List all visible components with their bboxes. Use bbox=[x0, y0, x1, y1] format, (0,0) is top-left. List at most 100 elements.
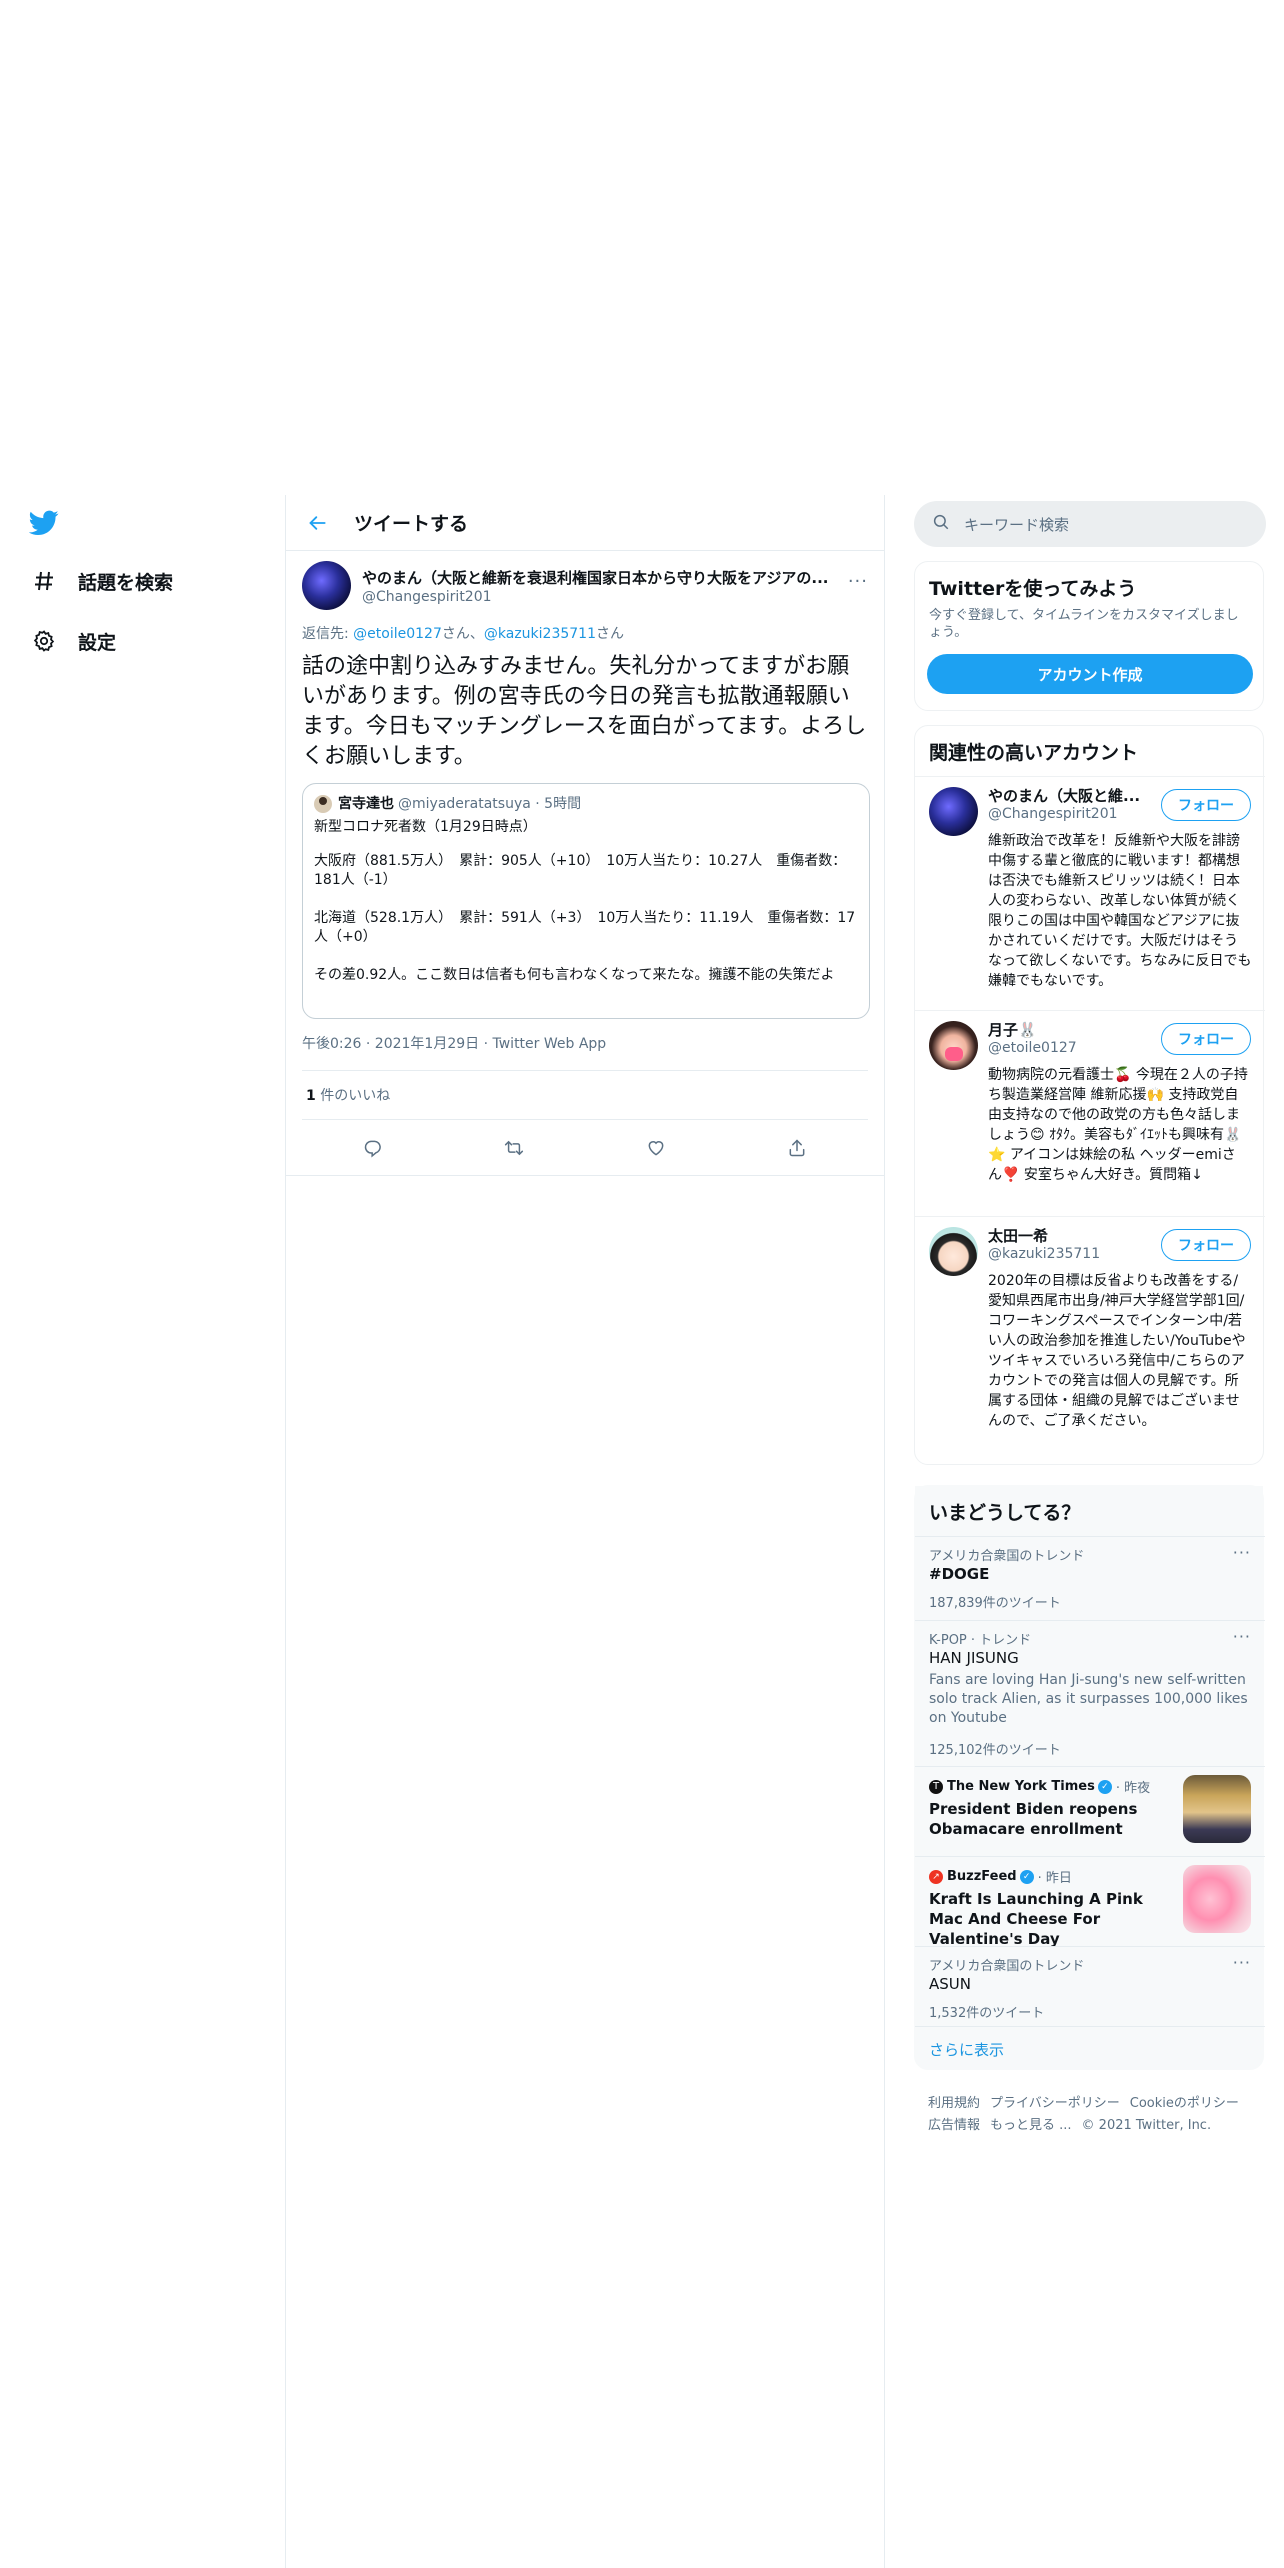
news-thumbnail bbox=[1183, 1775, 1251, 1843]
tweet-text: 話の途中割り込みすみません。失礼分かってますがお願いがあります。例の宮寺氏の今日… bbox=[302, 654, 867, 769]
quoted-tweet-header: 宮寺達也 @miyaderatatsuya · 5時間 bbox=[314, 794, 858, 814]
hashtag-icon bbox=[28, 565, 60, 597]
trends-card: いまどうしてる？ アメリカ合衆国のトレンド ··· #DOGE 187,839件… bbox=[914, 1485, 1265, 2070]
more-options-icon[interactable]: ··· bbox=[1233, 1953, 1251, 1972]
signup-description: 今すぐ登録して、タイムラインをカスタマイズしましょう。 bbox=[929, 608, 1239, 640]
quoted-tweet[interactable]: 宮寺達也 @miyaderatatsuya · 5時間 新型コロナ死者数（1月2… bbox=[302, 783, 870, 1019]
trend-name: #DOGE bbox=[929, 1565, 990, 1583]
news-item[interactable]: ↗ BuzzFeed ✓ · 昨日 Kraft Is Launching A P… bbox=[915, 1856, 1265, 1948]
trend-item[interactable]: K-POP · トレンド ··· HAN JISUNG Fans are lov… bbox=[915, 1620, 1265, 1766]
nav-explore-label: 話題を検索 bbox=[78, 571, 174, 594]
author-name[interactable]: やのまん（大阪と維新を衰退利権国家日本から守り大阪をアジアの... bbox=[362, 567, 832, 588]
trend-item[interactable]: アメリカ合衆国のトレンド ··· ASUN 1,532件のツイート bbox=[915, 1946, 1265, 2026]
search-placeholder: キーワード検索 bbox=[964, 515, 1070, 534]
related-accounts-card: 関連性の高いアカウント やのまん（大阪と維... @Changespirit20… bbox=[914, 725, 1265, 1465]
account-item[interactable]: やのまん（大阪と維... @Changespirit201 フォロー 維新政治で… bbox=[915, 776, 1265, 1010]
back-arrow-icon[interactable] bbox=[290, 495, 346, 551]
follow-button[interactable]: フォロー bbox=[1161, 1229, 1251, 1261]
tweet-timestamp[interactable]: 午後0:26 · 2021年1月29日 · Twitter Web App bbox=[302, 1033, 606, 1053]
reply-icon[interactable] bbox=[353, 1128, 393, 1168]
quoted-handle-time: @miyaderatatsuya · 5時間 bbox=[398, 795, 582, 812]
tweet-actions bbox=[302, 1125, 868, 1171]
tweet-author: やのまん（大阪と維新を衰退利権国家日本から守り大阪をアジアの... @Chang… bbox=[302, 561, 868, 615]
show-more-row[interactable]: さらに表示 bbox=[915, 2026, 1265, 2070]
news-item[interactable]: T The New York Times ✓ · 昨夜 President Bi… bbox=[915, 1766, 1265, 1856]
footer-link[interactable]: Cookieのポリシー bbox=[1130, 2096, 1239, 2111]
author-handle[interactable]: @Changespirit201 bbox=[362, 589, 492, 605]
avatar[interactable] bbox=[929, 1227, 978, 1276]
author-avatar[interactable] bbox=[302, 561, 351, 610]
left-nav: 話題を検索 設定 bbox=[0, 495, 285, 671]
retweet-icon[interactable] bbox=[494, 1128, 534, 1168]
page-header: ツイートする bbox=[286, 495, 884, 551]
account-item[interactable]: 月子🐰 @etoile0127 フォロー 動物病院の元看護士🍒 今現在２人の子持… bbox=[915, 1010, 1265, 1216]
news-source-name: The New York Times bbox=[947, 1779, 1095, 1794]
twitter-bird-icon bbox=[28, 507, 60, 539]
footer-link[interactable]: もっと見る ... bbox=[990, 2118, 1072, 2133]
reply-suffix: さん bbox=[595, 626, 624, 642]
news-title: Kraft Is Launching A Pink Mac And Cheese… bbox=[929, 1890, 1143, 1948]
likes-count[interactable]: 1 件のいいね bbox=[306, 1085, 390, 1105]
signup-title: Twitterを使ってみよう bbox=[929, 578, 1137, 600]
account-item[interactable]: 太田一希 @kazuki235711 フォロー 2020年の目標は反省よりも改善… bbox=[915, 1216, 1265, 1464]
account-handle[interactable]: @etoile0127 bbox=[988, 1040, 1077, 1056]
account-name[interactable]: やのまん（大阪と維... bbox=[988, 785, 1143, 806]
account-handle[interactable]: @Changespirit201 bbox=[988, 806, 1118, 822]
share-icon[interactable] bbox=[777, 1128, 817, 1168]
news-time: · 昨日 bbox=[1037, 1871, 1072, 1886]
account-name[interactable]: 太田一希 bbox=[988, 1225, 1143, 1246]
footer-link[interactable]: 利用規約 bbox=[928, 2096, 980, 2111]
trends-title: いまどうしてる？ bbox=[915, 1486, 1263, 1531]
reply-suffix: さん、 bbox=[441, 626, 484, 642]
quoted-line: 新型コロナ死者数（1月29日時点） bbox=[314, 819, 537, 835]
trend-count: 187,839件のツイート bbox=[929, 1596, 1061, 1611]
follow-button[interactable]: フォロー bbox=[1161, 789, 1251, 821]
show-more-link[interactable]: さらに表示 bbox=[929, 2039, 1004, 2060]
reply-user-link[interactable]: @kazuki235711 bbox=[484, 626, 596, 642]
account-handle[interactable]: @kazuki235711 bbox=[988, 1246, 1100, 1262]
avatar[interactable] bbox=[929, 787, 978, 836]
search-box[interactable]: キーワード検索 bbox=[914, 501, 1266, 547]
trend-name: ASUN bbox=[929, 1975, 971, 1993]
more-options-icon[interactable]: ··· bbox=[848, 571, 868, 592]
footer-link[interactable]: 広告情報 bbox=[928, 2118, 980, 2133]
related-title: 関連性の高いアカウント bbox=[929, 742, 1139, 764]
trend-description: Fans are loving Han Ji-sung's new self-w… bbox=[929, 1672, 1248, 1726]
footer-link[interactable]: プライバシーポリシー bbox=[990, 2096, 1120, 2111]
account-bio: 2020年の目標は反省よりも改善をする/愛知県西尾市出身/神戸大学経営学部1回/… bbox=[988, 1273, 1246, 1429]
like-heart-icon[interactable] bbox=[636, 1128, 676, 1168]
gear-icon bbox=[28, 625, 60, 657]
quoted-text: 新型コロナ死者数（1月29日時点） 大阪府（881.5万人） 累計：905人（+… bbox=[314, 818, 858, 985]
avatar[interactable] bbox=[929, 1021, 978, 1070]
more-options-icon[interactable]: ··· bbox=[1233, 1543, 1251, 1562]
reply-user-link[interactable]: @etoile0127 bbox=[353, 626, 442, 642]
buzzfeed-logo-icon: ↗ bbox=[929, 1869, 943, 1884]
page-title: ツイートする bbox=[354, 513, 469, 535]
verified-badge-icon: ✓ bbox=[1097, 1779, 1112, 1794]
news-source: T The New York Times ✓ · 昨夜 bbox=[929, 1777, 1150, 1796]
main-column: ツイートする やのまん（大阪と維新を衰退利権国家日本から守り大阪をアジアの...… bbox=[285, 495, 885, 2568]
copyright: © 2021 Twitter, Inc. bbox=[1081, 2118, 1212, 2133]
follow-button[interactable]: フォロー bbox=[1161, 1023, 1251, 1055]
more-options-icon[interactable]: ··· bbox=[1233, 1627, 1251, 1646]
quoted-line: その差0.92人。ここ数日は信者も何も言わなくなって来たな。擁護不能の失策だよ bbox=[314, 967, 835, 983]
nav-settings[interactable]: 設定 bbox=[0, 611, 285, 671]
twitter-logo[interactable] bbox=[0, 495, 285, 551]
trend-item[interactable]: アメリカ合衆国のトレンド ··· #DOGE 187,839件のツイート bbox=[915, 1536, 1265, 1620]
likes-number: 1 bbox=[306, 1088, 316, 1104]
nav-explore[interactable]: 話題を検索 bbox=[0, 551, 285, 611]
account-bio: 維新政治で改革を！反維新や大阪を誹謗中傷する輩と徹底的に戦います！都構想は否決で… bbox=[988, 833, 1252, 989]
create-account-button[interactable]: アカウント作成 bbox=[927, 654, 1253, 694]
trend-context: アメリカ合衆国のトレンド bbox=[929, 1959, 1085, 1974]
news-source: ↗ BuzzFeed ✓ · 昨日 bbox=[929, 1867, 1072, 1886]
news-source-name: BuzzFeed bbox=[947, 1869, 1017, 1884]
news-time: · 昨夜 bbox=[1115, 1781, 1151, 1796]
divider bbox=[286, 1175, 884, 1176]
trend-context: K-POP · トレンド bbox=[929, 1633, 1032, 1648]
reply-to-line: 返信先: @etoile0127さん、@kazuki235711さん bbox=[302, 623, 624, 643]
news-thumbnail bbox=[1183, 1865, 1251, 1933]
account-name[interactable]: 月子🐰 bbox=[988, 1019, 1143, 1040]
search-icon bbox=[932, 513, 950, 535]
signup-card: Twitterを使ってみよう 今すぐ登録して、タイムラインをカスタマイズしましょ… bbox=[914, 561, 1264, 711]
trend-count: 1,532件のツイート bbox=[929, 2006, 1045, 2021]
